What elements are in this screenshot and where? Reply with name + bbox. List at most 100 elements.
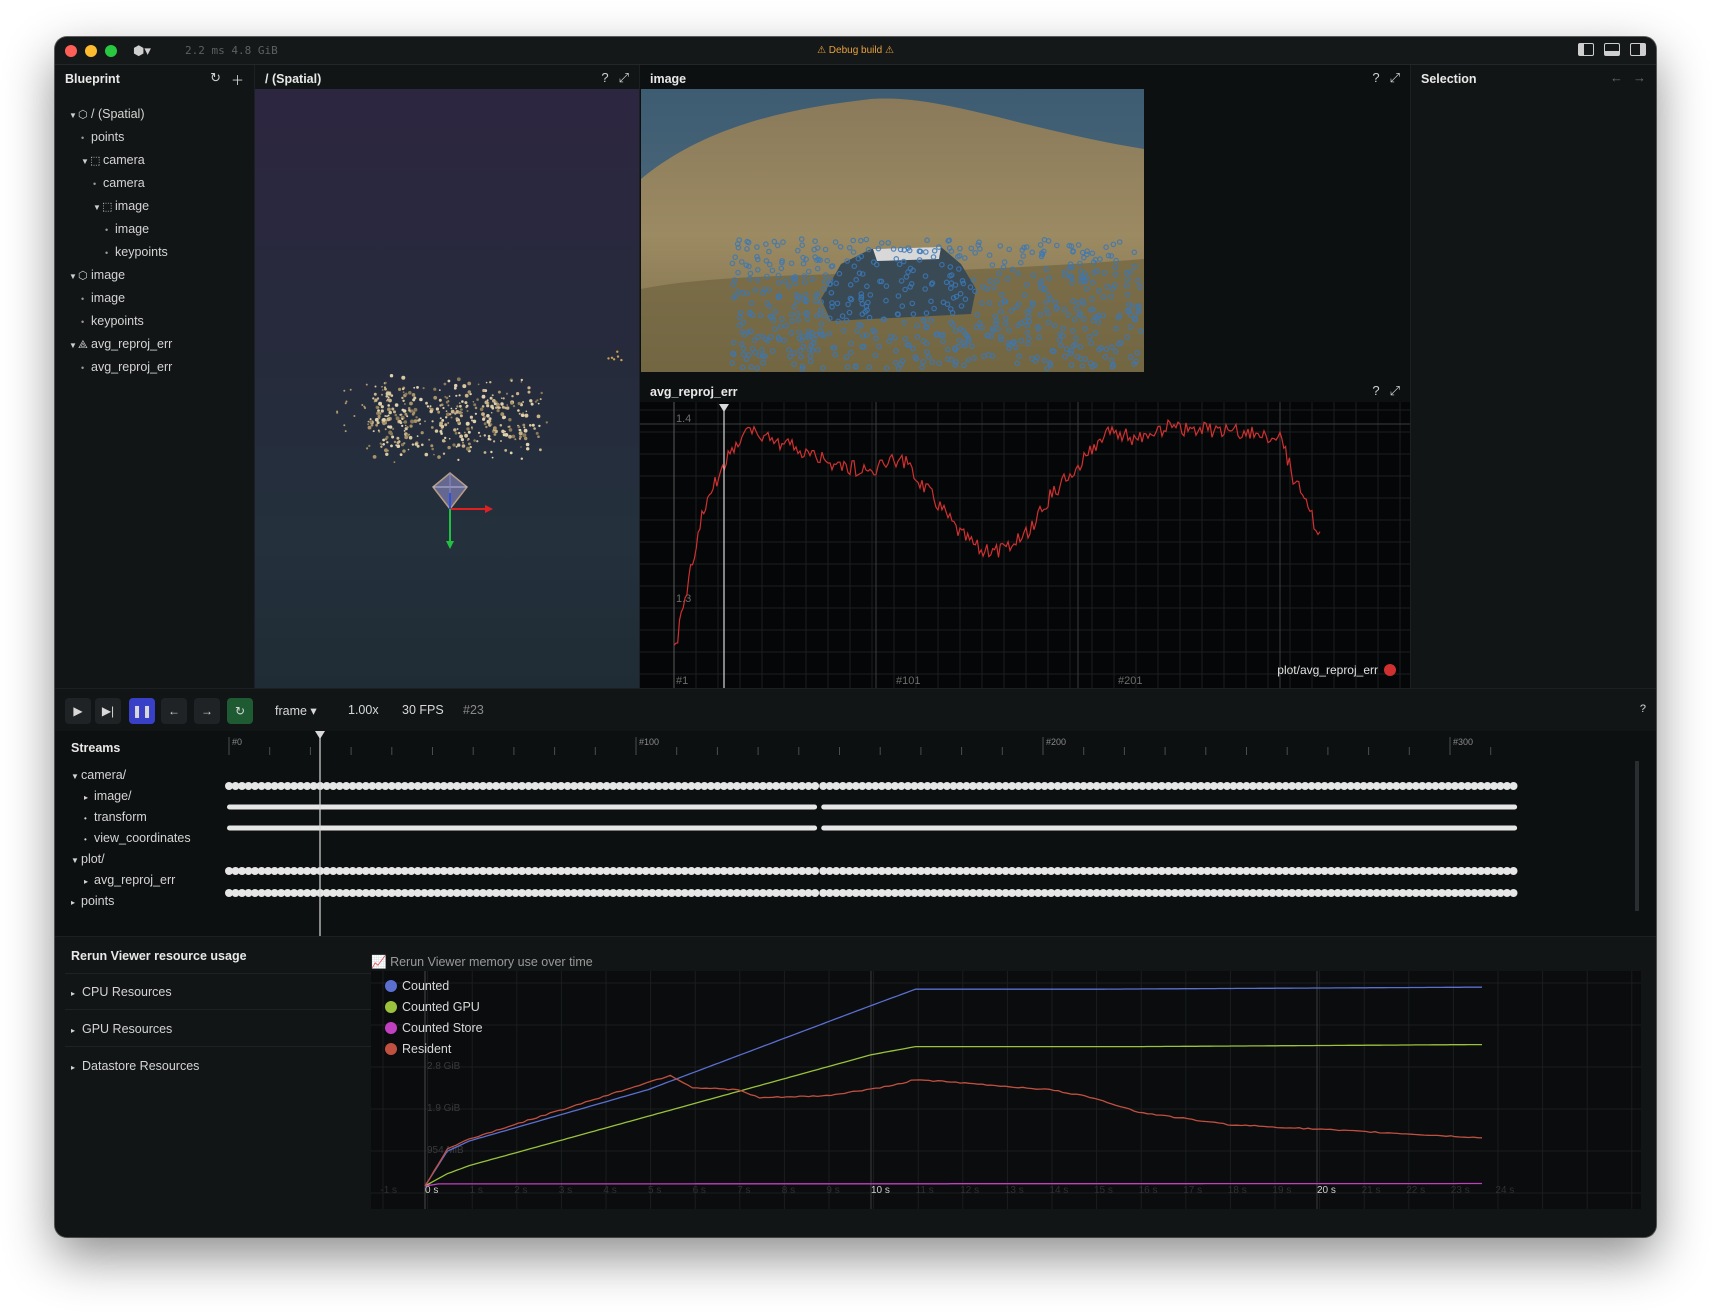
- blueprint-tree-item[interactable]: • points: [55, 126, 255, 149]
- add-view-icon[interactable]: ＋: [231, 70, 244, 89]
- avg-reproj-err-plot[interactable]: 1.4 1.3 #1 #101 #201 plot/avg_reproj_err: [640, 402, 1411, 688]
- step-forward-button[interactable]: ▶|: [95, 698, 121, 724]
- blueprint-tree-item[interactable]: • image: [55, 218, 255, 241]
- pause-button[interactable]: ❚❚: [129, 698, 155, 724]
- maximize-icon[interactable]: ⤢: [1390, 383, 1400, 399]
- help-icon[interactable]: ?: [601, 70, 608, 86]
- fps-setting[interactable]: 30 FPS: [402, 703, 444, 717]
- playback-speed[interactable]: 1.00x: [348, 703, 379, 717]
- toggle-left-panel-icon[interactable]: [1578, 43, 1594, 56]
- stream-tree-item[interactable]: ▼ camera/: [55, 765, 215, 786]
- help-icon[interactable]: ?: [1640, 703, 1646, 715]
- step-forward-arrow-button[interactable]: →: [194, 698, 220, 724]
- stream-tree-item[interactable]: • transform: [55, 807, 215, 828]
- reset-blueprint-icon[interactable]: ↻: [210, 70, 221, 89]
- toggle-bottom-panel-icon[interactable]: [1604, 43, 1620, 56]
- x-tick-label: -1 s: [380, 1185, 397, 1196]
- blueprint-tree-item[interactable]: ▼⬡ image: [55, 264, 255, 287]
- legend-label: Counted GPU: [402, 1000, 480, 1014]
- memory-legend-item[interactable]: Counted Store: [385, 1021, 483, 1035]
- plot-legend-label: plot/avg_reproj_err: [1277, 663, 1378, 677]
- x-tick-label: 0 s: [425, 1185, 438, 1196]
- collapse-arrow-icon[interactable]: ▼: [69, 265, 78, 288]
- camera-frustum: [431, 472, 493, 549]
- stream-tree-item[interactable]: ▸ points: [55, 891, 215, 912]
- blueprint-tree-item[interactable]: ▼⬚ image: [55, 195, 255, 218]
- stream-tree-item[interactable]: ▸ avg_reproj_err: [55, 870, 215, 891]
- entity-dot-icon: •: [81, 294, 85, 304]
- memory-chart-title: 📈 Rerun Viewer memory use over time: [371, 955, 593, 970]
- blueprint-tree-item[interactable]: • avg_reproj_err: [55, 356, 255, 379]
- maximize-icon[interactable]: ⤢: [1390, 70, 1400, 86]
- chart-icon: 📈: [371, 955, 387, 969]
- x-tick-label: 1 s: [470, 1185, 483, 1196]
- blueprint-tree-item[interactable]: • camera: [55, 172, 255, 195]
- x-tick-label: 22 s: [1406, 1185, 1425, 1196]
- collapse-arrow-icon[interactable]: ▼: [93, 196, 102, 219]
- help-icon[interactable]: ?: [1372, 383, 1379, 399]
- blueprint-tree-item[interactable]: ▼⬚ camera: [55, 149, 255, 172]
- plot-view-panel: avg_reproj_err ? ⤢ 1.4 1.3 #1 #101 #201 …: [639, 378, 1411, 688]
- stream-label: view_coordinates: [94, 831, 191, 845]
- counted-series: [424, 986, 1482, 1187]
- maximize-icon[interactable]: ⤢: [619, 70, 629, 86]
- spatial-view-title: / (Spatial): [265, 72, 322, 86]
- expand-arrow-icon[interactable]: •: [84, 829, 94, 850]
- toggle-right-panel-icon[interactable]: [1630, 43, 1646, 56]
- step-back-button[interactable]: ←: [161, 698, 187, 724]
- datastore-resources-item[interactable]: ▸ Datastore Resources: [71, 1059, 199, 1073]
- memory-legend-item[interactable]: Counted: [385, 979, 449, 993]
- cpu-resources-item[interactable]: ▸ CPU Resources: [71, 985, 172, 999]
- collapse-arrow-icon[interactable]: ▼: [69, 334, 78, 357]
- blueprint-tree-item[interactable]: • image: [55, 287, 255, 310]
- camera-image[interactable]: [641, 89, 1144, 372]
- stream-label: plot/: [81, 852, 105, 866]
- help-icon[interactable]: ?: [1372, 70, 1379, 86]
- x-tick-label: 13 s: [1005, 1185, 1024, 1196]
- resource-usage-title: Rerun Viewer resource usage: [71, 949, 247, 963]
- spatial-view-icon: ⬡: [78, 270, 88, 282]
- x-tick-label: 19 s: [1272, 1185, 1291, 1196]
- memory-legend-item[interactable]: Counted GPU: [385, 1000, 480, 1014]
- tree-item-label: avg_reproj_err: [91, 360, 173, 374]
- expand-arrow-icon[interactable]: ▸: [71, 892, 81, 913]
- forward-arrow-icon[interactable]: →: [1633, 70, 1646, 85]
- expand-arrow-icon[interactable]: ▸: [84, 871, 94, 892]
- expand-arrow-icon[interactable]: ▼: [71, 766, 81, 787]
- loop-button[interactable]: ↻: [227, 698, 253, 724]
- entity-dot-icon: •: [81, 317, 85, 327]
- divider: [65, 1046, 415, 1047]
- x-tick-label: 2 s: [514, 1185, 527, 1196]
- blueprint-tree-item[interactable]: ▼⬡ / (Spatial): [55, 103, 255, 126]
- blueprint-panel: Blueprint ↻ ＋ ▼⬡ / (Spatial) • points ▼⬚ came…: [55, 65, 255, 688]
- back-arrow-icon[interactable]: ←: [1610, 70, 1623, 85]
- memory-chart[interactable]: 2.8 GiB 1.9 GiB 954 MiB -1 s0 s1 s2 s3 s…: [371, 971, 1641, 1209]
- blueprint-tree-item[interactable]: • keypoints: [55, 241, 255, 264]
- expand-arrow-icon[interactable]: ▼: [71, 850, 81, 871]
- stream-tree-item[interactable]: ▸ image/: [55, 786, 215, 807]
- x-tick-label: 9 s: [826, 1185, 839, 1196]
- expand-arrow-icon[interactable]: •: [84, 808, 94, 829]
- stream-tree-item[interactable]: ▼ plot/: [55, 849, 215, 870]
- blueprint-tree-item[interactable]: • keypoints: [55, 310, 255, 333]
- collapse-arrow-icon[interactable]: ▼: [81, 150, 90, 173]
- expand-arrow-icon[interactable]: ▸: [84, 787, 94, 808]
- plot-legend-swatch[interactable]: [1384, 664, 1396, 676]
- gpu-resources-item[interactable]: ▸ GPU Resources: [71, 1022, 172, 1036]
- blueprint-tree-item[interactable]: ▼⟁ avg_reproj_err: [55, 333, 255, 356]
- memory-legend-item[interactable]: Resident: [385, 1042, 451, 1056]
- stream-tree-item[interactable]: • view_coordinates: [55, 828, 215, 849]
- 3d-viewport[interactable]: [255, 89, 639, 688]
- streams-panel: Streams ▼ camera/▸ image/• transform • view_c…: [55, 731, 1656, 936]
- x-tick-label: 21 s: [1362, 1185, 1381, 1196]
- entity-dot-icon: •: [81, 363, 85, 373]
- timeline-selector[interactable]: frame ▾: [275, 703, 317, 718]
- collapse-arrow-icon[interactable]: ▼: [69, 104, 78, 127]
- group-icon: ⬚: [102, 201, 113, 213]
- play-button[interactable]: ▶: [65, 698, 91, 724]
- current-frame[interactable]: #23: [463, 703, 484, 717]
- selection-panel: Selection ← →: [1410, 65, 1656, 688]
- streams-timeline[interactable]: #0 #100 #200 #300: [215, 731, 1645, 936]
- streams-scrollbar[interactable]: [1635, 761, 1639, 911]
- stream-label: camera/: [81, 768, 127, 782]
